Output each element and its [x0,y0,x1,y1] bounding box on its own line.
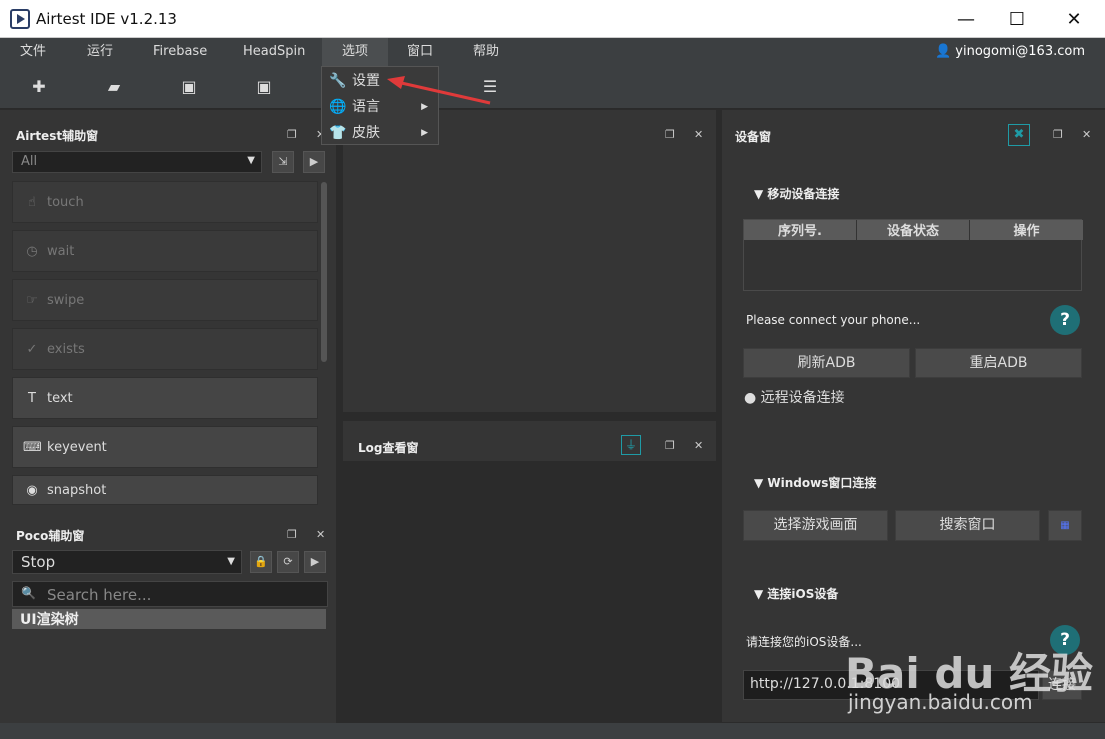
device-panel: 设备窗 ✖ ❐ ✕ ▼ 移动设备连接 序列号. 设备状态 操作 Please c… [722,110,1105,722]
menu-help[interactable]: 帮助 [463,38,509,66]
lock-icon[interactable]: 🔒 [250,551,272,573]
chevron-down-icon: ▼ [227,556,235,567]
triangle-down-icon: ▼ [754,187,768,201]
action-swipe[interactable]: ☞ swipe [12,279,318,321]
close-panel-icon[interactable]: ✕ [1082,128,1091,141]
clock-icon: ◷ [26,243,38,259]
menu-options[interactable]: 选项 [322,38,388,66]
screen-select-icon[interactable]: ▦ [1048,510,1082,541]
menu-firebase[interactable]: Firebase [143,38,217,66]
menu-run[interactable]: 运行 [77,38,123,66]
new-file-icon[interactable]: ✚ [30,78,48,96]
scrollbar[interactable] [321,182,327,362]
save-as-icon[interactable]: ▣ [255,78,273,96]
menu-item-skin[interactable]: 👕 皮肤 ▶ [322,120,438,146]
check-circle-icon: ✓ [26,341,38,357]
restart-adb-button[interactable]: 重启ADB [915,348,1082,378]
action-text[interactable]: Ttext [12,377,318,419]
action-wait[interactable]: ◷ wait [12,230,318,272]
dot-icon: ● [744,390,761,406]
device-table: 序列号. 设备状态 操作 [743,219,1083,291]
poco-mode-select[interactable]: Stop ▼ [12,550,242,574]
windows-section-header[interactable]: ▼ Windows窗口连接 [754,474,876,491]
menu-file[interactable]: 文件 [10,38,56,66]
swipe-icon: ☞ [26,292,38,308]
user-icon: 👤 [934,44,952,59]
menu-window[interactable]: 窗口 [397,38,443,66]
table-header: 操作 [970,220,1083,240]
user-email: yinogomi@163.com [955,44,1085,59]
float-panel-icon[interactable]: ❐ [287,528,297,541]
window-title: Airtest IDE v1.2.13 [36,10,177,28]
poco-search-input[interactable]: 🔍 Search here... [12,581,328,607]
chevron-down-icon: ▼ [247,155,255,166]
menu-bar: 文件 运行 Firebase HeadSpin 选项 窗口 帮助 👤 yinog… [0,38,1105,66]
help-icon[interactable]: ? [1050,305,1080,335]
script-panel: ❐ ✕ [343,110,716,412]
submenu-arrow-icon: ▶ [421,128,428,138]
camera-icon: ◉ [26,482,38,498]
close-button[interactable]: ✕ [1046,0,1102,38]
triangle-down-icon: ▼ [754,476,768,490]
open-folder-icon[interactable]: ▰ [105,78,123,96]
refresh-icon[interactable]: ⟳ [277,551,299,573]
log-output [343,461,716,718]
keyboard-icon: ⌨ [23,439,42,455]
action-exists[interactable]: ✓ exists [12,328,318,370]
shirt-icon: 👕 [329,125,347,141]
status-bar [0,723,1105,739]
close-panel-icon[interactable]: ✕ [694,128,703,141]
filter-icon[interactable]: ⏚ [621,435,641,455]
float-panel-icon[interactable]: ❐ [287,128,297,141]
airtest-mode-select[interactable]: All ▼ [12,151,262,173]
table-header: 序列号. [744,220,857,240]
log-panel: Log查看窗 ⏚ ❐ ✕ [343,421,716,718]
connect-hint: Please connect your phone... [746,313,921,327]
globe-icon: 🌐 [329,99,347,115]
remote-connect-toggle[interactable]: ● 远程设备连接 [744,387,845,407]
text-icon: T [28,390,36,406]
device-panel-title: 设备窗 [735,130,772,144]
record-icon[interactable]: ⇲ [272,151,294,173]
close-panel-icon[interactable]: ✕ [316,528,325,541]
save-icon[interactable]: ▣ [180,78,198,96]
annotation-arrow-icon [387,76,491,105]
refresh-adb-button[interactable]: 刷新ADB [743,348,910,378]
touch-icon: ☝ [28,194,36,210]
triangle-down-icon: ▼ [754,587,768,601]
user-account[interactable]: 👤 yinogomi@163.com [935,44,1085,59]
action-keyevent[interactable]: ⌨ keyevent [12,426,318,468]
wrench-icon: 🔧 [329,73,347,89]
float-panel-icon[interactable]: ❐ [1053,128,1063,141]
search-icon: 🔍 [21,586,36,600]
action-touch[interactable]: ☝ touch [12,181,318,223]
watermark-url: jingyan.baidu.com [848,690,1033,714]
float-panel-icon[interactable]: ❐ [665,439,675,452]
float-panel-icon[interactable]: ❐ [665,128,675,141]
camera-icon[interactable]: ▶ [303,151,325,173]
menu-headspin[interactable]: HeadSpin [233,38,315,66]
minimize-button[interactable]: — [938,0,994,38]
maximize-button[interactable]: ☐ [989,0,1045,38]
ui-tree-root[interactable]: UI渲染树 [12,609,326,629]
select-game-button[interactable]: 选择游戏画面 [743,510,888,541]
app-logo-icon [10,9,30,29]
record-icon[interactable]: ▶ [304,551,326,573]
airtest-panel-title: Airtest辅助窗 [16,129,99,143]
close-panel-icon[interactable]: ✕ [694,439,703,452]
ios-section-header[interactable]: ▼ 连接iOS设备 [754,585,838,602]
action-snapshot[interactable]: ◉ snapshot [12,475,318,505]
poco-panel-title: Poco辅助窗 [16,529,85,543]
tools-icon[interactable]: ✖ [1008,124,1030,146]
toolbar: ✚ ▰ ▣ ▣ ☰ [0,66,1105,109]
search-window-button[interactable]: 搜索窗口 [895,510,1040,541]
title-bar: Airtest IDE v1.2.13 — ☐ ✕ [0,0,1105,38]
poco-panel: Poco辅助窗 ❐ ✕ Stop ▼ 🔒 ⟳ ▶ 🔍 Search here..… [0,515,336,723]
mobile-section-header[interactable]: ▼ 移动设备连接 [754,185,839,202]
table-header: 设备状态 [857,220,970,240]
log-panel-title: Log查看窗 [358,441,419,455]
